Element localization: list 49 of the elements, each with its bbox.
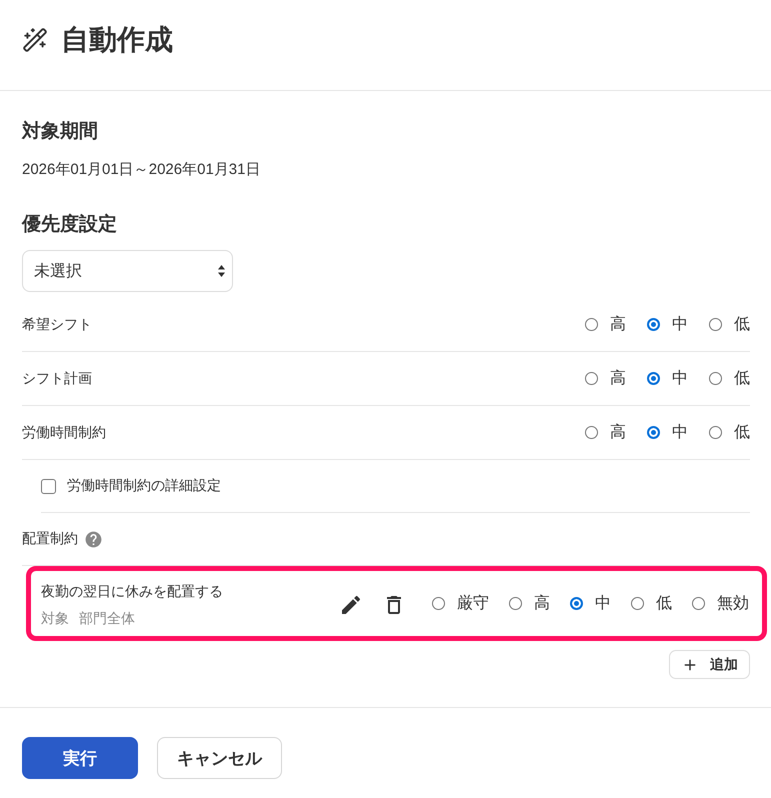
radio-option[interactable]: 高 (585, 314, 626, 334)
radio-option[interactable]: 低 (709, 314, 750, 334)
page-title: 自動作成 (61, 23, 173, 57)
radio-button[interactable] (509, 597, 522, 610)
section-heading: 優先度設定 (22, 212, 118, 237)
radio-button[interactable] (647, 318, 660, 331)
radio-option[interactable]: 高 (585, 368, 626, 388)
priority-label: シフト計画 (22, 370, 92, 388)
section-heading: 対象期間 (22, 120, 99, 144)
radio-option[interactable]: 低 (631, 594, 672, 614)
target-value: 部門全体 (79, 608, 135, 628)
radio-button[interactable] (692, 597, 705, 610)
radio-option[interactable]: 中 (647, 422, 688, 442)
radio-button[interactable] (709, 372, 722, 385)
help-icon[interactable] (84, 530, 103, 548)
radio-option[interactable]: 厳守 (432, 594, 489, 614)
radio-option[interactable]: 高 (509, 594, 550, 614)
radio-option[interactable]: 中 (570, 594, 611, 614)
radio-button[interactable] (709, 318, 722, 331)
radio-option[interactable]: 中 (647, 314, 688, 334)
radio-button[interactable] (585, 318, 598, 331)
constraint-title: 夜勤の翌日に休みを配置する (41, 582, 223, 600)
checkbox-option[interactable]: 労働時間制約の詳細設定 (41, 477, 221, 495)
cancel-button[interactable]: キャンセル (157, 737, 282, 779)
priority-label: 労働時間制約 (22, 424, 106, 442)
priority-label: 希望シフト (22, 316, 92, 334)
radio-button[interactable] (647, 426, 660, 439)
checkbox[interactable] (41, 478, 56, 494)
section-label: 配置制約 (22, 530, 78, 548)
radio-option[interactable]: 高 (585, 422, 626, 442)
radio-button[interactable] (585, 426, 598, 439)
radio-button[interactable] (709, 426, 722, 439)
plus-icon (682, 656, 698, 672)
radio-button[interactable] (647, 372, 660, 385)
radio-option[interactable]: 低 (709, 368, 750, 388)
magic-wand-icon (22, 27, 48, 53)
add-button[interactable]: 追加 (669, 650, 750, 679)
radio-option[interactable]: 中 (647, 368, 688, 388)
date-range-text: 2026年01月01日～2026年01月31日 (22, 160, 262, 180)
radio-button[interactable] (631, 597, 644, 610)
radio-button[interactable] (570, 597, 583, 610)
radio-option[interactable]: 低 (709, 422, 750, 442)
radio-option[interactable]: 無効 (692, 594, 749, 614)
sort-caret-icon (218, 265, 225, 277)
radio-button[interactable] (585, 372, 598, 385)
target-label: 対象 (41, 608, 69, 628)
priority-select[interactable]: 未選択 (22, 250, 233, 292)
run-button[interactable]: 実行 (22, 737, 138, 779)
radio-button[interactable] (432, 597, 445, 610)
